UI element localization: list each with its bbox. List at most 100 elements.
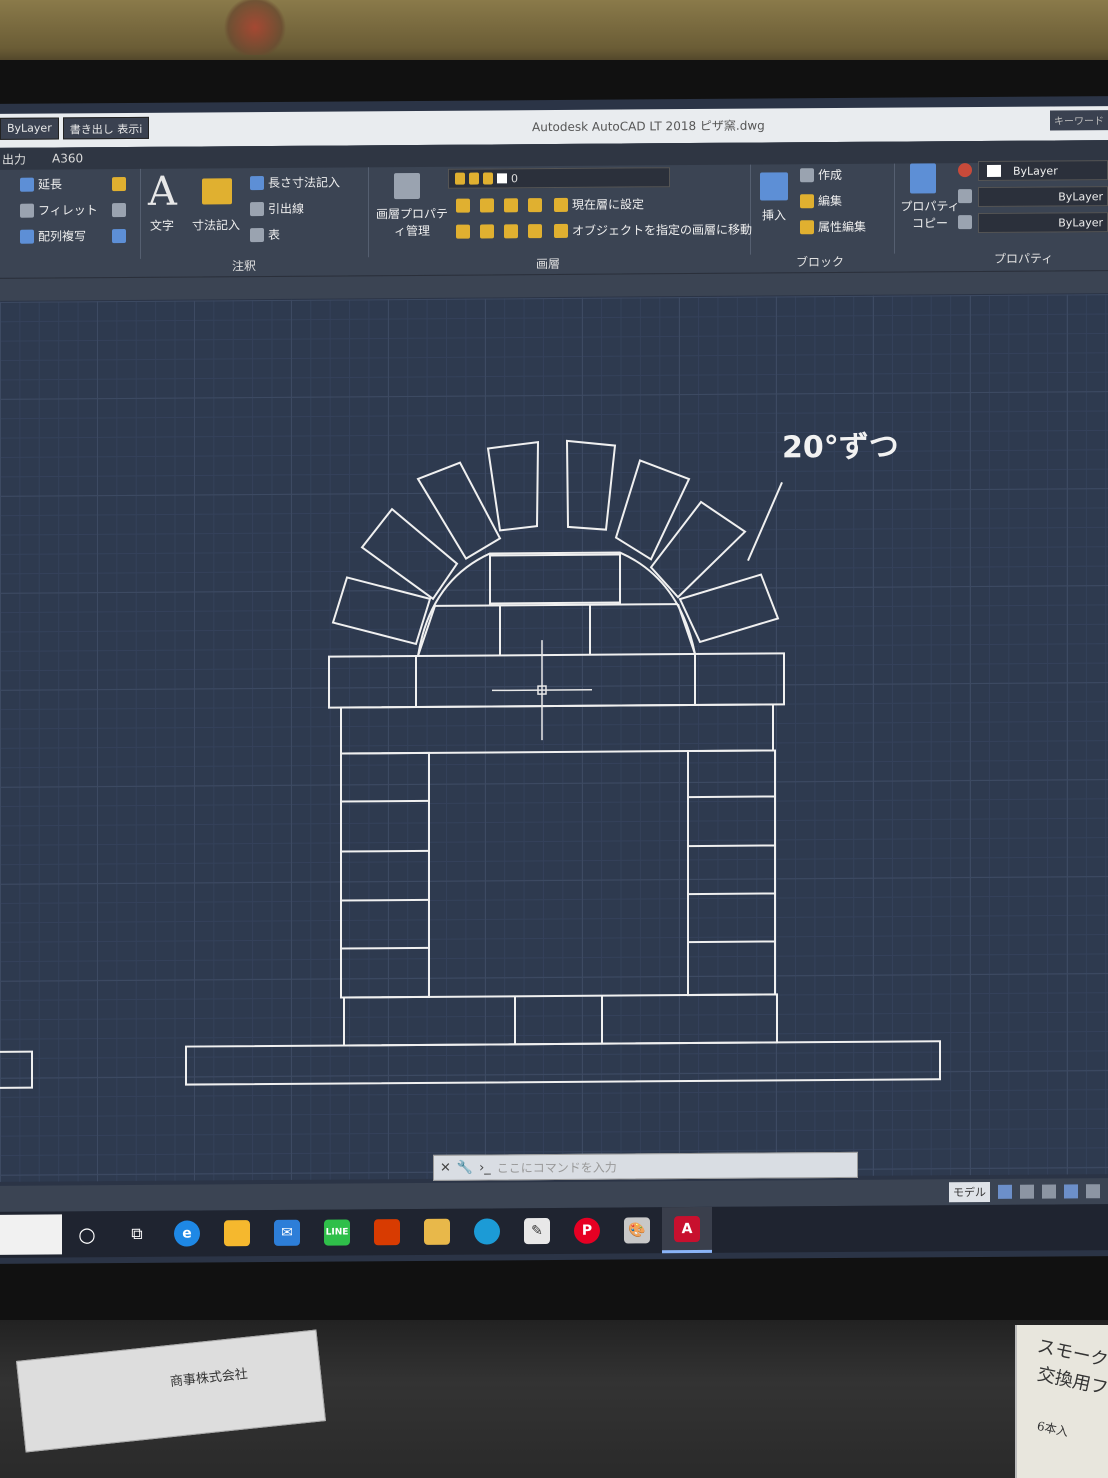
- create-block-button[interactable]: 作成: [800, 166, 842, 183]
- brick-joint: [341, 898, 429, 902]
- grid-icon[interactable]: [998, 1184, 1012, 1199]
- annotation-panel: A 文字 寸法記入 長さ寸法記入 引出線 表 注釈: [140, 167, 369, 273]
- ribbon: 出力 A360 延長 フィレット 配列複写 A 文字 寸法記入 長さ寸法記入 引…: [0, 140, 1108, 278]
- office-icon[interactable]: [362, 1209, 412, 1255]
- table-button[interactable]: 表: [250, 226, 280, 243]
- autocad-icon[interactable]: A: [662, 1206, 712, 1254]
- layer-tool-icon-1[interactable]: [456, 198, 470, 213]
- dome-line: [435, 603, 678, 607]
- layer-tool-icon-7[interactable]: [504, 224, 518, 239]
- notepad-icon[interactable]: ✎: [512, 1208, 562, 1254]
- layers-panel-label[interactable]: 画層: [536, 255, 560, 272]
- insert-button[interactable]: 挿入: [762, 206, 786, 223]
- mail-icon[interactable]: ✉: [262, 1210, 312, 1256]
- arch-brick: [614, 459, 691, 561]
- insert-icon: [760, 172, 788, 201]
- line-icon[interactable]: LINE: [312, 1209, 362, 1255]
- command-input[interactable]: ここにコマンドを入力: [497, 1158, 617, 1176]
- arch-brick: [565, 439, 617, 531]
- filter-box: スモーク 交換用フ 6本入: [1015, 1325, 1108, 1478]
- color-dropdown[interactable]: ByLayer: [978, 160, 1108, 182]
- file-explorer-icon[interactable]: [212, 1210, 262, 1256]
- bulb-icon: [455, 172, 465, 185]
- brick-joint: [688, 940, 775, 944]
- linear-dim-button[interactable]: 長さ寸法記入: [250, 173, 340, 191]
- array-button[interactable]: 配列複写: [20, 227, 86, 244]
- ortho-icon[interactable]: [1042, 1184, 1056, 1199]
- edit-block-icon: [800, 193, 814, 208]
- wrench-icon[interactable]: 🔧: [457, 1160, 473, 1175]
- arch-brick: [486, 440, 540, 532]
- layer-properties-button[interactable]: 画層プロパティ管理: [372, 205, 452, 240]
- layer-properties-icon: [394, 172, 420, 200]
- ie-icon[interactable]: e: [162, 1210, 212, 1256]
- snap-icon[interactable]: [1020, 1184, 1034, 1199]
- color-wheel-icon: [958, 163, 972, 178]
- layer-tool-icon-5[interactable]: [456, 224, 470, 239]
- leader-line: [747, 482, 783, 562]
- brick-joint: [688, 844, 775, 848]
- stack-icon[interactable]: [112, 202, 126, 218]
- brick-joint: [688, 892, 775, 896]
- command-line[interactable]: ✕ 🔧 ›_ ここにコマンドを入力: [433, 1151, 858, 1181]
- block-panel-label[interactable]: ブロック: [796, 253, 844, 270]
- set-current-button[interactable]: 現在層に設定: [554, 195, 644, 213]
- tab-output[interactable]: 出力: [2, 150, 26, 167]
- layer-tool-icon-6[interactable]: [480, 224, 494, 239]
- osnap-icon[interactable]: [1086, 1184, 1100, 1199]
- set-current-icon: [554, 197, 568, 212]
- edit-block-button[interactable]: 編集: [800, 192, 842, 209]
- taskbar-search[interactable]: [0, 1214, 62, 1255]
- close-icon[interactable]: ✕: [440, 1160, 451, 1175]
- autocad-screen: ByLayer 書き出し 表示i Autodesk AutoCAD LT 201…: [0, 96, 1108, 1264]
- match-properties-button[interactable]: プロパティコピー: [900, 197, 960, 231]
- brush-icon[interactable]: [112, 176, 126, 192]
- pinterest-icon[interactable]: P: [562, 1208, 612, 1254]
- cortana-icon[interactable]: ○: [62, 1211, 112, 1257]
- text-icon: A: [148, 168, 177, 215]
- paint-icon[interactable]: 🎨: [612, 1207, 662, 1253]
- annotation-panel-label[interactable]: 注釈: [232, 257, 256, 274]
- edit-attributes-button[interactable]: 属性編集: [800, 218, 866, 235]
- linetype-icon: [958, 189, 972, 204]
- fillet-button[interactable]: フィレット: [20, 201, 98, 219]
- polar-icon[interactable]: [1064, 1184, 1078, 1199]
- lineweight-dropdown[interactable]: ByLayer: [978, 212, 1108, 234]
- dimension-button[interactable]: 寸法記入: [192, 216, 240, 233]
- layers-panel: 画層プロパティ管理 0 現在層に設定 オブジェクトを指定の画層に移動 画層: [368, 164, 752, 271]
- keyword-search-box[interactable]: キーワード: [1050, 110, 1108, 131]
- drawing-canvas[interactable]: 20°ずつ: [0, 294, 1108, 1182]
- arch-brick: [678, 573, 780, 644]
- extend-button[interactable]: 延長: [20, 175, 62, 192]
- base-slab: [185, 1040, 941, 1086]
- layer-tool-icon-2[interactable]: [480, 198, 494, 213]
- linetype-dropdown[interactable]: ByLayer: [978, 186, 1108, 208]
- partial-object: [0, 1050, 33, 1089]
- prompt-icon: ›_: [479, 1159, 491, 1176]
- brick-joint: [341, 946, 429, 950]
- quick-access-toolbar: ByLayer 書き出し 表示i: [0, 116, 150, 140]
- edge-icon[interactable]: [462, 1208, 512, 1254]
- move-to-layer-button[interactable]: オブジェクトを指定の画層に移動: [554, 221, 752, 239]
- color-swatch: [987, 164, 1001, 177]
- lock-icon: [483, 172, 493, 185]
- bottom-course: [343, 993, 778, 1047]
- leader-button[interactable]: 引出線: [250, 200, 304, 217]
- layer-tool-icon-4[interactable]: [528, 198, 542, 213]
- quick-layer-dropdown[interactable]: ByLayer: [0, 117, 59, 140]
- properties-panel-label[interactable]: プロパティ: [994, 250, 1053, 267]
- layer-tool-icon-3[interactable]: [504, 198, 518, 213]
- arch-brick: [416, 461, 502, 560]
- tab-a360[interactable]: A360: [52, 151, 83, 165]
- layer-dropdown[interactable]: 0: [448, 167, 670, 189]
- paper-company-text: 商事株式会社: [169, 1366, 249, 1391]
- folder-icon[interactable]: [412, 1209, 462, 1255]
- right-column: [687, 749, 776, 997]
- lintel-course: [340, 703, 774, 755]
- task-view-icon[interactable]: ⧉: [112, 1211, 162, 1257]
- model-tab[interactable]: モデル: [949, 1181, 990, 1203]
- quick-plot-dropdown[interactable]: 書き出し 表示i: [62, 116, 150, 140]
- layer-tool-icon-8[interactable]: [528, 224, 542, 239]
- text-button[interactable]: 文字: [150, 217, 174, 234]
- trim-icon[interactable]: [112, 228, 126, 244]
